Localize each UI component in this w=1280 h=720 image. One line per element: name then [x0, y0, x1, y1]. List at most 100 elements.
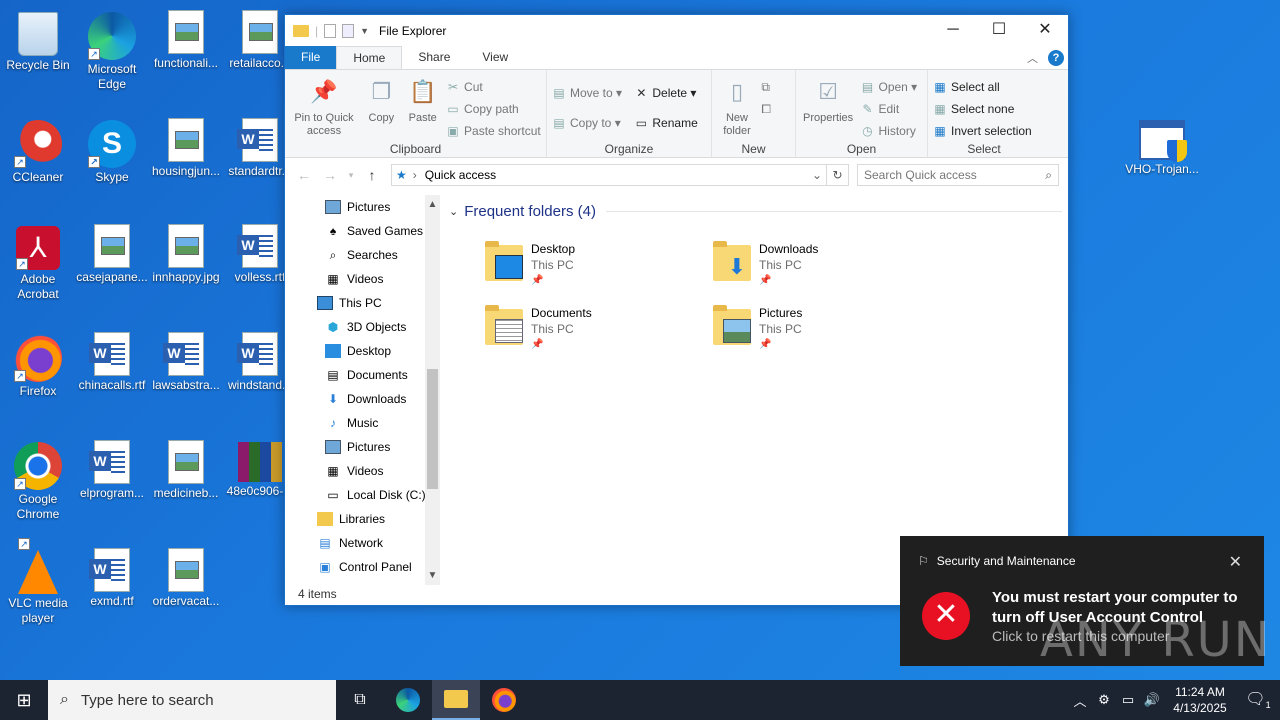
- desktop-icon-google-chrome[interactable]: ↗ Google Chrome: [0, 438, 76, 522]
- desktop-icon-recycle-bin[interactable]: Recycle Bin: [0, 8, 76, 73]
- close-button[interactable]: ✕: [1022, 15, 1068, 47]
- collapse-ribbon-chevron-icon[interactable]: ︿: [1027, 50, 1038, 66]
- pin-quick-access-button[interactable]: 📌 Pin to Quick access: [289, 74, 359, 140]
- nav-item-pictures[interactable]: Pictures: [285, 195, 441, 219]
- properties-button[interactable]: ☑ Properties: [800, 74, 856, 127]
- move-to-button[interactable]: ▤ Move to ▾: [551, 82, 622, 104]
- desktop-icon-file[interactable]: W chinacalls.rtf: [74, 330, 150, 393]
- delete-button[interactable]: ✕ Delete ▾: [633, 82, 697, 104]
- task-view-icon[interactable]: ⧉: [336, 680, 384, 720]
- folder-tile-pictures[interactable]: Pictures This PC 📌: [713, 305, 933, 353]
- folder-tile-downloads[interactable]: ⬇ Downloads This PC 📌: [713, 241, 933, 289]
- desktop-icon-file[interactable]: W lawsabstra...: [148, 330, 224, 393]
- desktop-icon-vlc[interactable]: ↗ VLC media player: [0, 538, 76, 626]
- search-box[interactable]: Search Quick access ⌕: [857, 164, 1059, 186]
- folder-tile-desktop[interactable]: Desktop This PC 📌: [485, 241, 705, 289]
- paste-shortcut-button[interactable]: ▣ Paste shortcut: [445, 120, 540, 142]
- copy-to-button[interactable]: ▤ Copy to ▾: [551, 112, 622, 134]
- minimize-button[interactable]: ─: [930, 15, 976, 47]
- desktop-icon-file[interactable]: ordervacat...: [148, 546, 224, 609]
- nav-item-documents[interactable]: ▤ Documents: [285, 363, 441, 387]
- folder-tile-documents[interactable]: Documents This PC 📌: [485, 305, 705, 353]
- network-icon[interactable]: ▭: [1116, 692, 1140, 708]
- desktop-icon-file[interactable]: W exmd.rtf: [74, 546, 150, 609]
- nav-item-searches[interactable]: ⌕ Searches: [285, 243, 441, 267]
- nav-item-saved-games[interactable]: ♠ Saved Games: [285, 219, 441, 243]
- nav-item-control-panel[interactable]: ▣ Control Panel: [285, 555, 441, 579]
- desktop-icon-file[interactable]: W elprogram...: [74, 438, 150, 501]
- nav-item-downloads[interactable]: ⬇ Downloads: [285, 387, 441, 411]
- tab-share[interactable]: Share: [402, 46, 466, 69]
- nav-item-local-disk[interactable]: ▭ Local Disk (C:): [285, 483, 441, 507]
- invert-selection-icon: ▦: [934, 124, 946, 138]
- documents-folder-icon: [485, 305, 525, 349]
- invert-selection-button[interactable]: ▦ Invert selection: [932, 120, 1031, 142]
- address-bar[interactable]: ★ › Quick access ⌄: [391, 164, 827, 186]
- nav-item-network[interactable]: ▤ Network: [285, 531, 441, 555]
- rename-button[interactable]: ▭ Rename: [633, 112, 698, 134]
- edit-button[interactable]: ✎ Edit: [859, 98, 917, 120]
- nav-item-this-pc[interactable]: This PC: [285, 291, 441, 315]
- desktop-icon-ccleaner[interactable]: ↗ CCleaner: [0, 116, 76, 185]
- desktop-icon-file[interactable]: housingjun...: [148, 116, 224, 179]
- nav-scrollbar[interactable]: ▲ ▼: [425, 195, 440, 585]
- nav-item-libraries[interactable]: Libraries: [285, 507, 441, 531]
- new-item-icon[interactable]: ⧉: [761, 76, 771, 98]
- properties-qa-icon[interactable]: [324, 24, 337, 38]
- select-none-button[interactable]: ▦ Select none: [932, 98, 1032, 120]
- history-button[interactable]: ◷ History: [859, 120, 917, 142]
- maximize-button[interactable]: ☐: [976, 15, 1022, 47]
- open-button[interactable]: ▤ Open ▾: [859, 76, 917, 98]
- file-explorer-taskbar-icon[interactable]: [432, 680, 480, 720]
- start-button[interactable]: ⊞: [0, 680, 48, 720]
- tray-app-icon[interactable]: ⚙: [1092, 692, 1116, 708]
- taskbar-search-box[interactable]: ⌕ Type here to search: [48, 680, 336, 720]
- address-path: Quick access: [424, 168, 497, 182]
- new-folder-qa-icon[interactable]: [342, 24, 355, 38]
- tab-view[interactable]: View: [466, 46, 524, 69]
- desktop-icon-vho-trojan[interactable]: VHO-Trojan...: [1124, 116, 1200, 177]
- firefox-taskbar-icon[interactable]: [480, 680, 528, 720]
- desktop-icon-firefox[interactable]: ↗ Firefox: [0, 330, 76, 399]
- frequent-folders-header[interactable]: ⌄ Frequent folders (4): [449, 203, 1062, 220]
- tab-home[interactable]: Home: [336, 46, 403, 69]
- desktop-icon-skype[interactable]: S ↗ Skype: [74, 116, 150, 185]
- address-dropdown-icon[interactable]: ⌄: [808, 168, 826, 182]
- volume-icon[interactable]: 🔊: [1140, 692, 1164, 708]
- up-arrow-icon[interactable]: ↑: [359, 167, 385, 183]
- customize-qa-chevron-icon[interactable]: ▼: [360, 26, 369, 36]
- forward-arrow-icon[interactable]: →: [317, 167, 343, 183]
- desktop-icon-file[interactable]: functionali...: [148, 8, 224, 71]
- nav-item-desktop[interactable]: Desktop: [285, 339, 441, 363]
- copy-button[interactable]: ❐ Copy: [362, 74, 400, 127]
- copy-path-button[interactable]: ▭ Copy path: [445, 98, 541, 120]
- recent-locations-chevron-icon[interactable]: ▾: [343, 170, 359, 181]
- scroll-down-icon[interactable]: ▼: [425, 570, 440, 581]
- back-arrow-icon[interactable]: ←: [291, 167, 317, 183]
- desktop-icon-file[interactable]: innhappy.jpg: [148, 222, 224, 285]
- help-icon[interactable]: ?: [1048, 50, 1064, 66]
- nav-item-videos-pc[interactable]: ▦ Videos: [285, 459, 441, 483]
- action-center-icon[interactable]: 🗨1: [1236, 689, 1280, 710]
- cut-button[interactable]: ✂ Cut: [445, 76, 541, 98]
- desktop-icon-adobe-acrobat[interactable]: ⅄ ↗ Adobe Acrobat: [0, 222, 76, 302]
- desktop-icon-microsoft-edge[interactable]: ↗ Microsoft Edge: [74, 8, 150, 92]
- scroll-up-icon[interactable]: ▲: [425, 199, 440, 210]
- easy-access-icon[interactable]: ⧠: [761, 98, 771, 120]
- tab-file[interactable]: File: [285, 46, 337, 69]
- paste-button[interactable]: 📋 Paste: [404, 74, 442, 127]
- scroll-thumb[interactable]: [427, 369, 438, 489]
- toast-close-icon[interactable]: ✕: [1229, 552, 1242, 572]
- edge-taskbar-icon[interactable]: [384, 680, 432, 720]
- desktop-icon-file[interactable]: casejapane...: [74, 222, 150, 285]
- nav-item-3d-objects[interactable]: ⬢ 3D Objects: [285, 315, 441, 339]
- new-folder-button[interactable]: ▯ New folder: [716, 74, 758, 140]
- clock[interactable]: 11:24 AM 4/13/2025: [1164, 684, 1236, 716]
- desktop-icon-file[interactable]: medicineb...: [148, 438, 224, 501]
- show-hidden-icons-chevron-icon[interactable]: ︿: [1068, 691, 1092, 710]
- select-all-button[interactable]: ▦ Select all: [932, 76, 1032, 98]
- nav-item-music[interactable]: ♪ Music: [285, 411, 441, 435]
- nav-item-videos[interactable]: ▦ Videos: [285, 267, 441, 291]
- refresh-icon[interactable]: ↻: [827, 164, 849, 186]
- nav-item-pictures-pc[interactable]: Pictures: [285, 435, 441, 459]
